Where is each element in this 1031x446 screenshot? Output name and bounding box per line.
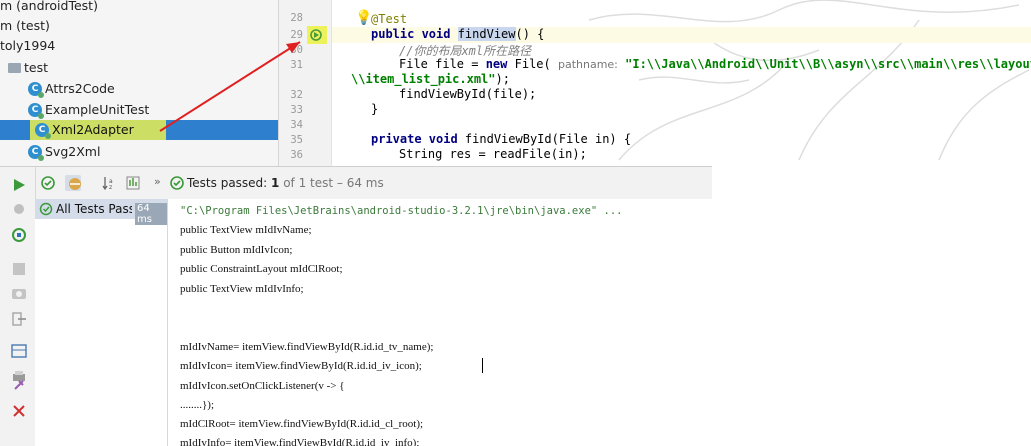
run-tool-window: az » Tests passed: 1 of 1 test – 64 ms A… [0,166,712,446]
tree-item-class[interactable]: C ExampleUnitTest [0,100,278,120]
console-line: public TextView mIdIvInfo; [180,283,304,295]
tree-item-test-folder[interactable]: test [0,58,278,78]
console-line: "C:\Program Files\JetBrains\android-stud… [180,205,623,217]
code-editor[interactable]: 28 29 30 31 32 33 34 35 36 💡 @Test publi… [279,0,1031,166]
exit-icon[interactable] [11,311,27,327]
code-line-31: File file = new File( pathname: "I:\\Jav… [399,57,1031,71]
run-icon[interactable] [11,177,27,193]
console-line: public TextView mIdIvName; [180,224,312,236]
text-caret [482,358,483,373]
code-line-36: String res = readFile(in); [399,147,587,161]
run-side-toolbar [0,167,36,446]
line-number: 29 [290,29,303,41]
console-output[interactable]: "C:\Program Files\JetBrains\android-stud… [168,199,712,446]
test-results-tree: All Tests Passed 64 ms [35,199,168,446]
code-line-33: } [371,102,379,116]
folder-icon [8,63,21,73]
svg-text:z: z [109,184,112,191]
class-icon: C [35,123,51,139]
line-gutter: 28 29 30 31 32 33 34 35 36 [279,0,343,166]
tree-item-label: m (androidTest) [0,0,98,13]
sort-by-duration-icon[interactable] [125,175,141,191]
test-duration: 64 ms [135,203,167,225]
tree-item-label: toly1994 [0,38,56,53]
layout-icon[interactable] [11,343,27,359]
rerun-failed-icon[interactable] [11,227,27,243]
tree-item-label: Xml2Adapter [52,122,134,137]
console-line: public Button mIdIvIcon; [180,244,293,256]
show-ignored-icon[interactable] [65,175,81,191]
selected-method-name: findView [457,27,516,41]
console-line: public ConstraintLayout mIdClRoot; [180,263,343,275]
tree-item-class[interactable]: C Svg2Xml [0,142,278,162]
console-line: mIdIvIcon= itemView.findViewById(R.id.id… [180,360,422,372]
line-number: 30 [290,44,303,56]
console-line: ........}); [180,399,214,411]
line-number: 33 [290,104,303,116]
show-passed-icon[interactable] [40,175,56,191]
code-line-32: findViewById(file); [399,87,537,101]
tree-item-label: Svg2Xml [45,144,101,159]
parameter-hint: pathname: [557,58,618,71]
camera-icon[interactable] [11,285,27,301]
console-line: mIdClRoot= itemView.findViewById(R.id.id… [180,418,424,430]
tree-item[interactable]: m (test) [0,16,278,36]
close-icon[interactable] [11,403,27,419]
run-test-gutter-icon[interactable] [307,26,327,44]
test-runner-toolbar: az » Tests passed: 1 of 1 test – 64 ms [35,167,712,200]
test-tree-label: All Tests Passed [56,202,132,216]
code-line-28: @Test [371,12,408,26]
line-number: 28 [290,12,303,24]
more-chevron-icon[interactable]: » [154,175,161,188]
sort-alphabetically-icon[interactable]: az [101,175,117,191]
code-line-29: public void findView() { [371,27,545,41]
tree-item-class[interactable]: C Attrs2Code [0,79,278,99]
test-tree-item-all[interactable]: All Tests Passed 64 ms [35,199,167,225]
line-number: 34 [290,119,303,131]
console-line: mIdIvName= itemView.findViewById(R.id.id… [180,341,434,353]
test-passed-icon [170,176,184,190]
class-icon: C [28,82,44,98]
tree-item-label: m (test) [0,18,50,33]
tree-item[interactable]: toly1994 [0,36,278,56]
code-line-35: private void findViewById(File in) { [371,132,632,146]
tree-item-label: Attrs2Code [45,81,115,96]
tree-item[interactable]: m (androidTest) [0,0,278,16]
class-icon: C [28,103,44,119]
line-number: 32 [290,89,303,101]
stop-icon[interactable] [11,261,27,277]
pin-icon[interactable] [11,377,27,393]
background-sketch-image [588,0,1030,161]
test-status-text: Tests passed: 1 of 1 test – 64 ms [187,176,384,190]
lightbulb-icon[interactable]: 💡 [355,10,372,26]
tree-item-label: test [24,60,49,75]
console-line: mIdIvIcon.setOnClickListener(v -> { [180,380,345,392]
line-number: 36 [290,149,303,161]
tree-item-class-selected[interactable]: C Xml2Adapter [0,120,278,140]
project-tree: m (androidTest) m (test) toly1994 test C… [0,0,279,166]
line-number: 35 [290,134,303,146]
class-icon: C [28,145,44,161]
line-number: 31 [290,59,303,71]
debug-icon[interactable] [11,201,27,217]
test-passed-icon [39,202,53,216]
code-line-31-wrap: \\item_list_pic.xml"); [351,72,510,86]
tree-item-label: ExampleUnitTest [45,102,150,117]
